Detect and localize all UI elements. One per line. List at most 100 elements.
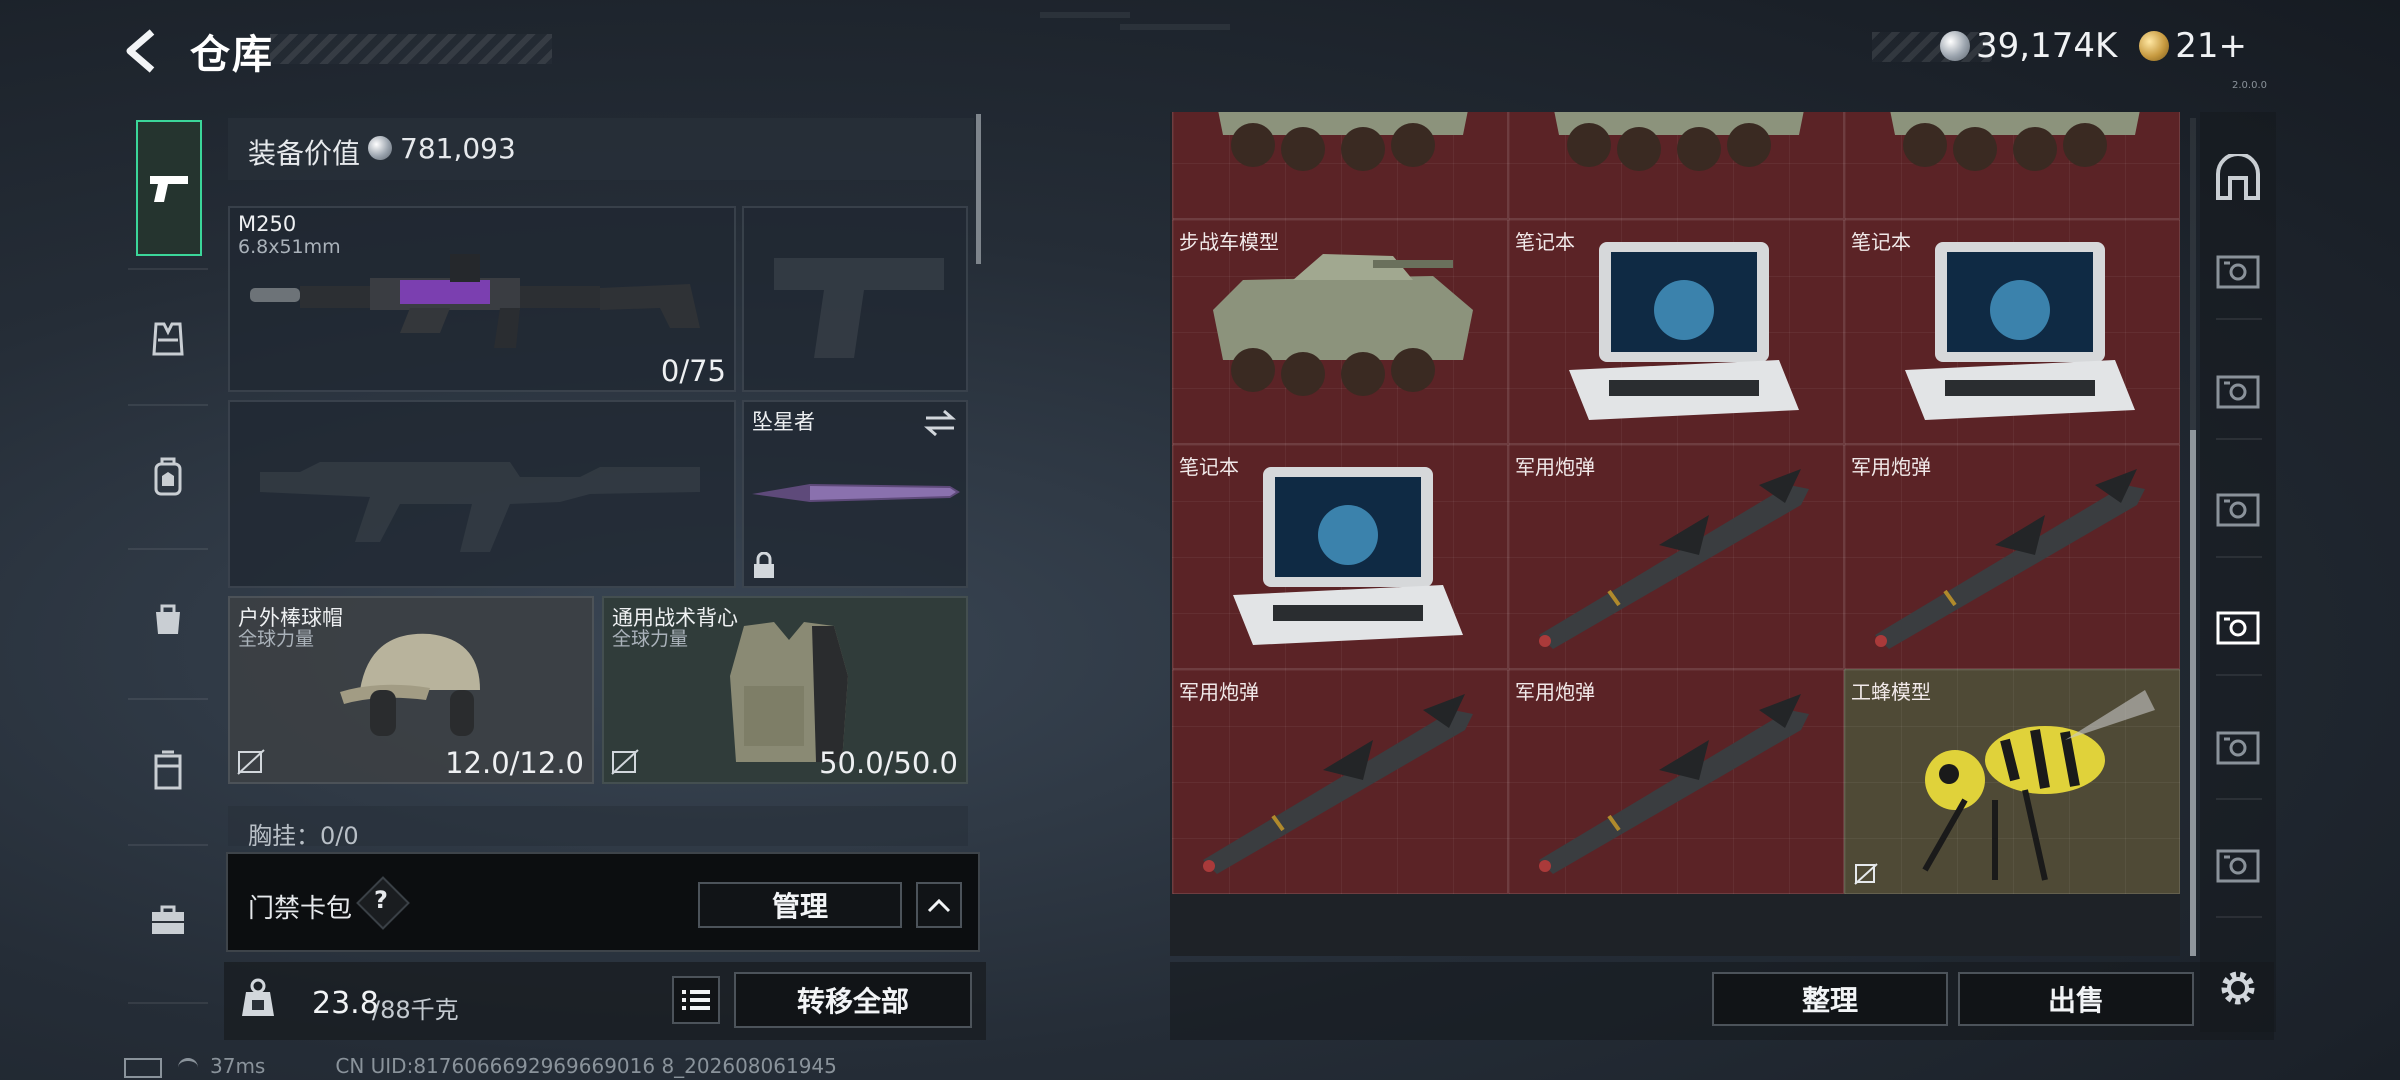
helmet-durability: 12.0/12.0 <box>445 746 584 780</box>
gold-amount[interactable]: 21+ <box>2175 26 2247 66</box>
expand-button[interactable] <box>916 882 962 928</box>
stash-item-cell[interactable] <box>1172 112 1508 219</box>
pistol-silhouette <box>774 258 944 358</box>
rail-container-tab[interactable] <box>2214 248 2262 296</box>
silver-coin-icon <box>368 136 392 160</box>
silver-amount: 39,174K <box>1976 25 2118 66</box>
stash-item-cell[interactable]: 笔记本 <box>1844 219 2180 444</box>
list-icon <box>682 990 710 1010</box>
stash-item-cell[interactable]: 军用炮弹 <box>1844 444 2180 669</box>
melee-slot[interactable]: 坠星者 <box>742 400 968 588</box>
container-icon <box>2216 493 2260 527</box>
container-icon <box>2216 255 2260 289</box>
secondary-weapon-slot[interactable] <box>228 400 736 588</box>
stash-item-cell[interactable] <box>1844 112 2180 219</box>
tab-bag[interactable] <box>134 584 202 652</box>
sidearm-slot[interactable] <box>742 206 968 392</box>
page-title: 仓库 <box>190 32 274 78</box>
rail-container-tab[interactable] <box>2214 368 2262 416</box>
item-name: 军用炮弹 <box>1179 680 1259 704</box>
weapon-name: M250 <box>238 212 297 236</box>
equipment-value: 781,093 <box>400 132 516 165</box>
keycard-pack-label: 门禁卡包 <box>248 894 353 924</box>
rail-home[interactable] <box>2214 154 2262 202</box>
item-name: 步战车模型 <box>1179 230 1279 254</box>
item-name: 笔记本 <box>1851 230 1911 254</box>
weight-icon <box>242 978 274 1016</box>
stash-item-cell[interactable]: 笔记本 <box>1172 444 1508 669</box>
battery-icon <box>124 1057 162 1078</box>
rail-container-tab[interactable] <box>2214 604 2262 652</box>
stash-scroll-thumb[interactable] <box>2190 430 2196 956</box>
armor-faction: 全球力量 <box>612 628 689 650</box>
stash-item-cell[interactable]: 笔记本 <box>1508 219 1844 444</box>
tab-weapons[interactable] <box>136 120 202 256</box>
rail-container-tab[interactable] <box>2214 724 2262 772</box>
gear-icon <box>2221 971 2255 1005</box>
bag-icon <box>156 604 180 634</box>
back-arrow-icon[interactable] <box>118 26 168 76</box>
stash-item-cell[interactable]: 军用炮弹 <box>1172 669 1508 894</box>
loadout-scrollbar[interactable] <box>976 114 981 264</box>
item-name: 笔记本 <box>1515 230 1575 254</box>
stash-grid: 步战车模型 笔记本 笔记本 笔记本 军用炮弹 军用炮弹 军用炮弹 军用炮弹 工蜂模型 <box>1170 112 2180 956</box>
list-view-button[interactable] <box>672 976 720 1024</box>
swap-icon[interactable] <box>922 408 958 438</box>
knife-image <box>752 484 960 502</box>
melee-name: 坠星者 <box>752 410 815 434</box>
item-name: 军用炮弹 <box>1851 455 1931 479</box>
sort-button[interactable]: 整理 <box>1712 972 1948 1026</box>
chest-rig-label: 胸挂：0/0 <box>248 822 359 846</box>
armor-slot[interactable]: 通用战术背心 全球力量 50.0/50.0 <box>602 596 968 784</box>
manage-button[interactable]: 管理 <box>698 882 902 928</box>
insurance-off-icon <box>237 749 265 775</box>
chest-rig-row[interactable]: 胸挂：0/0 <box>228 806 968 846</box>
container-icon <box>154 750 182 790</box>
cap-image <box>340 633 480 736</box>
tab-backpack[interactable] <box>134 442 202 510</box>
helmet-slot[interactable]: 户外棒球帽 全球力量 12.0/12.0 <box>228 596 594 784</box>
weight-current: 23.8 <box>312 986 379 1021</box>
keycard-pack-bar: 门禁卡包 ? 管理 <box>226 852 980 952</box>
container-icon <box>2216 611 2260 645</box>
toolbox-icon <box>152 905 184 934</box>
rail-container-tab[interactable] <box>2214 486 2262 534</box>
machine-gun-image <box>250 254 700 348</box>
rifle-silhouette <box>260 462 700 552</box>
settings-button[interactable] <box>2214 964 2262 1012</box>
transfer-all-button[interactable]: 转移全部 <box>734 972 972 1028</box>
stash-item-cell[interactable]: 步战车模型 <box>1172 219 1508 444</box>
tab-armor[interactable] <box>134 304 202 372</box>
title-decoration <box>270 34 552 64</box>
armor-durability: 50.0/50.0 <box>819 746 958 780</box>
backpack-icon <box>154 457 182 496</box>
arch-icon <box>2216 154 2260 200</box>
status-bar: 37ms CN UID:8176066692969669016 8_2026080… <box>124 1054 837 1078</box>
equipment-value-bar: 装备价值 781,093 <box>228 118 974 180</box>
tab-toolbox[interactable] <box>134 886 202 954</box>
primary-weapon-slot[interactable]: M250 6.8x51mm 0/75 <box>228 206 736 392</box>
stash-item-cell[interactable]: 军用炮弹 <box>1508 669 1844 894</box>
currency-bar: 39,174K 21+ <box>1940 24 2269 66</box>
lock-icon <box>754 552 774 578</box>
item-name: 军用炮弹 <box>1515 455 1595 479</box>
item-name: 笔记本 <box>1179 455 1239 479</box>
stash-item-cell[interactable]: 军用炮弹 <box>1508 444 1844 669</box>
tab-container[interactable] <box>134 736 202 804</box>
ifv-model-image <box>1890 112 2140 171</box>
vest-icon <box>152 322 184 356</box>
ping: 37ms <box>210 1054 266 1078</box>
insurance-off-icon <box>1854 863 1878 885</box>
sell-button[interactable]: 出售 <box>1958 972 2194 1026</box>
insurance-off-icon <box>611 749 639 775</box>
rail-container-tab[interactable] <box>2214 842 2262 890</box>
vest-image <box>730 622 848 762</box>
stash-item-cell[interactable]: 工蜂模型 <box>1844 669 2180 894</box>
left-category-tabs <box>122 108 214 1008</box>
weapon-durability: 0/75 <box>660 354 726 388</box>
container-icon <box>2216 731 2260 765</box>
equipment-value-label: 装备价值 <box>248 137 361 170</box>
item-name: 军用炮弹 <box>1515 680 1595 704</box>
helmet-faction: 全球力量 <box>238 628 315 650</box>
stash-item-cell[interactable] <box>1508 112 1844 219</box>
